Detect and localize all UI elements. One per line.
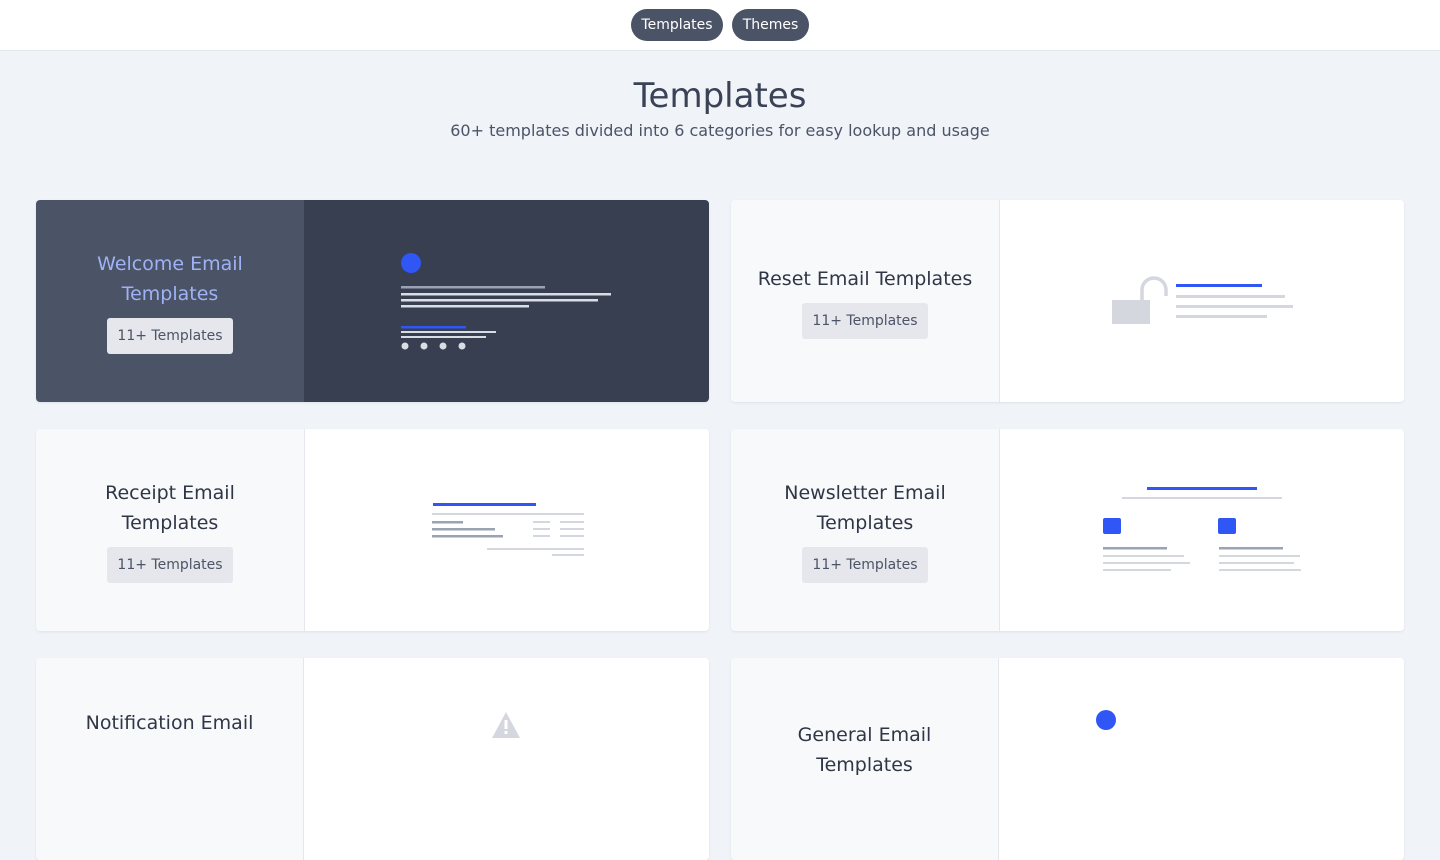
warning-illustration-icon [492, 712, 520, 738]
receipt-illustration-icon [432, 503, 584, 556]
card-info: General Email Templates [731, 658, 999, 860]
card-reset-templates[interactable]: Reset Email Templates 11+ Templates [731, 200, 1404, 402]
card-preview [304, 658, 709, 860]
card-title: Receipt Email Templates [105, 481, 235, 534]
card-title: General Email Templates [797, 724, 932, 776]
card-notification-templates[interactable]: Notification Email [36, 658, 709, 860]
card-welcome-templates[interactable]: Welcome Email Templates 11+ Templates [36, 200, 709, 402]
card-preview [305, 429, 709, 631]
card-info: Receipt Email Templates 11+ Templates [36, 429, 305, 631]
card-info: Welcome Email Templates 11+ Templates [36, 200, 304, 402]
card-newsletter-templates[interactable]: Newsletter Email Templates 11+ Templates [731, 429, 1404, 631]
card-preview [1000, 429, 1404, 631]
page-subtitle: 60+ templates divided into 6 categories … [450, 121, 990, 140]
card-title: Notification Email [85, 712, 254, 734]
template-count-badge: 11+ Templates [107, 546, 233, 583]
card-title: Newsletter Email Templates [784, 481, 946, 534]
tab-templates[interactable]: Templates [631, 9, 723, 41]
page-title: Templates [633, 76, 807, 116]
tab-themes[interactable]: Themes [732, 9, 809, 41]
card-title: Welcome Email Templates [97, 252, 243, 305]
template-count-badge: 11+ Templates [802, 546, 928, 583]
card-info: Newsletter Email Templates 11+ Templates [731, 429, 1000, 631]
top-navigation: Templates Themes [0, 0, 1440, 51]
unlock-illustration-icon [1112, 276, 1293, 324]
card-preview [304, 200, 709, 402]
card-preview [999, 658, 1404, 860]
template-count-badge: 11+ Templates [107, 317, 233, 354]
newsletter-illustration-icon [1103, 487, 1301, 571]
card-general-templates[interactable]: General Email Templates [731, 658, 1404, 860]
card-info: Notification Email [36, 658, 304, 860]
card-title: Reset Email Templates [757, 267, 973, 290]
general-illustration-icon [1096, 710, 1116, 730]
card-receipt-templates[interactable]: Receipt Email Templates 11+ Templates [36, 429, 709, 631]
welcome-illustration-icon [401, 253, 611, 350]
template-count-badge: 11+ Templates [802, 302, 928, 339]
card-info: Reset Email Templates 11+ Templates [731, 200, 1000, 402]
card-preview [1000, 200, 1404, 402]
